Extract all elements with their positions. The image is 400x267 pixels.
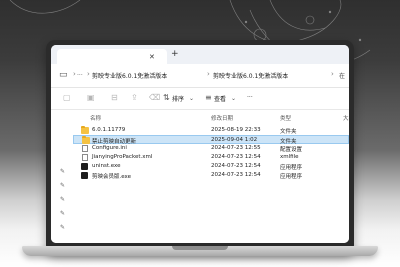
file-name: Configure.ini [92, 145, 127, 151]
new-tab-button[interactable]: + [171, 49, 179, 59]
file-type: 文件夹 [280, 129, 297, 135]
view-icon[interactable]: ≡ [205, 93, 212, 102]
file-row[interactable]: JianyingProPacket.xml 2024-07-23 12:54 x… [73, 153, 349, 162]
laptop-notch [172, 246, 228, 250]
sort-icon[interactable]: ⇅ [163, 93, 170, 102]
column-header-type[interactable]: 类型 [280, 114, 291, 122]
tab-bar: ✕ + [51, 45, 349, 64]
more-options-button[interactable]: ··· [247, 94, 253, 101]
pin-icon[interactable]: ✎ [60, 210, 65, 217]
column-header-size[interactable]: 大小 [343, 114, 349, 122]
file-name: 6.0.1.11779 [92, 127, 126, 133]
ellipsis-icon[interactable]: ··· [77, 72, 83, 79]
file-type: 应用程序 [280, 174, 303, 180]
rename-icon[interactable]: ⊟ [111, 93, 118, 102]
file-date: 2025-08-19 22:33 [211, 127, 261, 133]
breadcrumb-separator: › [73, 70, 76, 78]
file-name: 剪映会员版.exe [92, 174, 132, 180]
file-row[interactable]: 6.0.1.11779 2025-08-19 22:33 文件夹 [73, 126, 349, 135]
file-type: xmlfile [280, 154, 299, 160]
file-type: 配置设置 [280, 147, 303, 153]
folder-icon [81, 126, 89, 134]
file-date: 2025-09-04 1:02 [211, 137, 258, 143]
file-explorer-window: ✕ + ▭ › ··· › 剪映专业版6.0.1免激活版本 › 剪映专业版6.0… [51, 45, 349, 243]
close-icon[interactable]: ✕ [149, 53, 155, 61]
file-date: 2024-07-23 12:54 [211, 163, 261, 169]
view-button[interactable]: 查看 [214, 94, 226, 103]
column-header-name[interactable]: 名称 [90, 114, 101, 122]
file-date: 2024-07-23 12:54 [211, 154, 261, 160]
file-name: JianyingProPacket.xml [92, 154, 153, 160]
chevron-down-icon[interactable]: ⌄ [189, 95, 194, 102]
share-icon[interactable]: ⇪ [131, 93, 138, 102]
pin-icon[interactable]: ✎ [60, 224, 65, 231]
command-bar: ▢ ▣ ⊟ ⇪ ⌫ ⇅ 排序 ⌄ ≡ 查看 ⌄ ··· [51, 88, 349, 110]
address-bar: ▭ › ··· › 剪映专业版6.0.1免激活版本 › 剪映专业版6.0.1免激… [51, 64, 349, 88]
file-list: 名称 修改日期 类型 大小 6.0.1.11779 2025-08-19 22:… [71, 110, 349, 243]
navigation-pane: ✎ ✎ ✎ ✎ ✎ [51, 110, 71, 243]
pin-icon[interactable]: ✎ [60, 196, 65, 203]
copy-icon[interactable]: ▣ [87, 93, 95, 102]
file-date: 2024-07-23 12:55 [211, 145, 261, 151]
file-row[interactable]: 剪映会员版.exe 2024-07-23 12:54 应用程序 [73, 171, 349, 180]
file-row[interactable]: Configure.ini 2024-07-23 12:55 配置设置 [73, 144, 349, 153]
file-row[interactable]: uninst.exe 2024-07-23 12:54 应用程序 [73, 162, 349, 171]
search-input[interactable]: 在 [339, 71, 345, 80]
sort-button[interactable]: 排序 [172, 94, 184, 103]
app-icon [81, 163, 88, 170]
breadcrumb-separator: › [207, 70, 210, 78]
breadcrumb-item[interactable]: 剪映专业版6.0.1免激活版本 [92, 71, 167, 80]
breadcrumb-separator: › [331, 70, 334, 78]
pin-icon[interactable]: ✎ [60, 182, 65, 189]
app-icon [81, 172, 88, 179]
cut-icon[interactable]: ▢ [63, 93, 71, 102]
monitor-icon[interactable]: ▭ [59, 70, 68, 80]
breadcrumb-item[interactable]: 剪映专业版6.0.1免激活版本 [213, 71, 288, 80]
chevron-down-icon[interactable]: ⌄ [231, 95, 236, 102]
tab-current-folder[interactable]: ✕ [57, 49, 167, 64]
file-row[interactable]: 禁止剪映自动更新 2025-09-04 1:02 文件夹 [73, 135, 349, 145]
settings-file-icon [82, 145, 88, 152]
document-icon [82, 154, 88, 161]
pin-icon[interactable]: ✎ [60, 168, 65, 175]
file-date: 2024-07-23 12:54 [211, 172, 261, 178]
file-name: uninst.exe [92, 163, 121, 169]
column-header-row: 名称 修改日期 类型 大小 [71, 113, 349, 123]
delete-icon[interactable]: ⌫ [149, 93, 160, 102]
column-header-date[interactable]: 修改日期 [211, 114, 233, 122]
folder-icon [82, 136, 90, 144]
file-type: 应用程序 [280, 165, 303, 171]
breadcrumb-separator: › [87, 70, 90, 78]
